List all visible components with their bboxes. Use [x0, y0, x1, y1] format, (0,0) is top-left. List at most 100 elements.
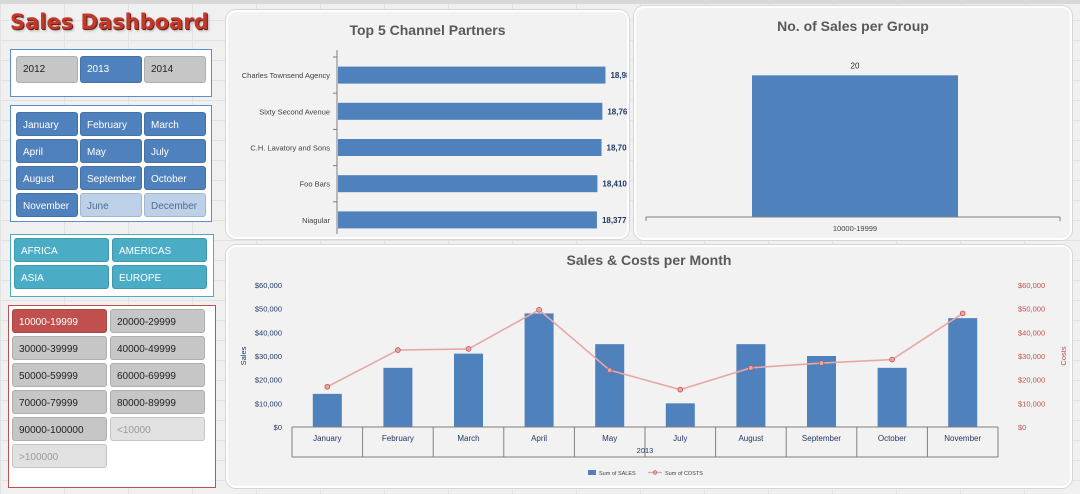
category-label-sixty-second-avenue: Sixty Second Avenue	[259, 107, 330, 116]
sales-bar-august	[736, 344, 766, 427]
x-label-april: April	[531, 434, 547, 443]
bar-c-h-lavatory-and-sons	[338, 139, 602, 156]
category-label-charles-townsend-agency: Charles Townsend Agency	[242, 71, 330, 80]
month-button-july[interactable]: July	[144, 139, 206, 163]
sales-bar-february	[383, 367, 413, 427]
x-label-november: November	[944, 434, 981, 443]
group-button-30000-39999[interactable]: 30000-39999	[12, 336, 107, 360]
data-label-niagular: 18,377	[602, 216, 627, 225]
x-label-january: January	[313, 434, 341, 443]
month-slicer: January February March April May July August Se…	[10, 105, 212, 222]
costs-point-march	[465, 346, 472, 352]
group-button-70000-79999[interactable]: 70000-79999	[12, 390, 107, 414]
y-tick-label: $30,000	[255, 352, 282, 361]
group-button-50000-59999[interactable]: 50000-59999	[12, 363, 107, 387]
group-button-10000[interactable]: <10000	[110, 417, 205, 441]
costs-point-january	[324, 383, 331, 390]
sales-bar-may	[595, 344, 625, 427]
sales-per-group-chart: 20 10000-19999	[645, 61, 1061, 233]
dashboard-title: Sales Dashboard	[10, 10, 209, 34]
group-button-100000[interactable]: >100000	[12, 444, 107, 468]
year-slicer: 2012 2013 2014	[10, 49, 212, 97]
group-button-40000-49999[interactable]: 40000-49999	[110, 336, 205, 360]
data-label-count: 20	[851, 61, 860, 70]
y-tick-label: $60,000	[255, 281, 282, 290]
bar-10000-19999	[752, 75, 958, 217]
data-label-c-h-lavatory-and-sons: 18,703	[607, 144, 627, 153]
sales-bar-july	[665, 403, 695, 427]
year-button-2013[interactable]: 2013	[80, 56, 142, 83]
y-axis-title: Sales	[239, 346, 248, 365]
region-button-europe[interactable]: EUROPE	[112, 265, 207, 289]
sales-bar-march	[454, 353, 483, 427]
bar-sixty-second-avenue	[338, 102, 603, 120]
costs-point-october	[889, 356, 895, 363]
y-tick-label: $40,000	[255, 328, 282, 337]
data-label-charles-townsend-agency: 18,981	[610, 71, 627, 80]
y-tick-label: $10,000	[255, 399, 282, 408]
region-button-africa[interactable]: AFRICA	[14, 238, 109, 262]
sales-costs-panel: Sales & Costs per Month $0 $10,000 $20,000…	[226, 245, 1072, 488]
y2-tick-label: $10,000	[1018, 399, 1045, 408]
region-button-asia[interactable]: ASIA	[14, 265, 109, 289]
month-button-june[interactable]: June	[80, 193, 142, 217]
sales-bar-april	[524, 313, 554, 427]
legend-costs-marker	[652, 470, 658, 475]
region-slicer: AFRICA AMERICAS ASIA EUROPE	[10, 234, 214, 297]
bar-foo-bars	[338, 175, 598, 193]
month-button-march[interactable]: March	[144, 112, 206, 136]
x-label-october: October	[878, 434, 907, 443]
group-button-20000-29999[interactable]: 20000-29999	[110, 309, 205, 333]
y2-axis-title: Costs	[1059, 346, 1068, 365]
top-partners-panel: Top 5 Channel Partners Charles Townsend …	[226, 10, 629, 239]
group-button-60000-69999[interactable]: 60000-69999	[110, 363, 205, 387]
x-label-august: August	[738, 434, 764, 443]
category-label-foo-bars: Foo Bars	[300, 180, 331, 189]
top-partners-chart: Charles Townsend Agency 18,981 Sixty Secon…	[242, 50, 627, 234]
sales-bar-january	[312, 393, 342, 427]
sales-per-group-panel: No. of Sales per Group 20 10000-19999	[634, 6, 1072, 240]
month-button-november[interactable]: November	[16, 193, 78, 217]
y2-tick-label: $60,000	[1018, 281, 1045, 290]
month-button-august[interactable]: August	[16, 166, 78, 190]
costs-line	[326, 308, 964, 391]
bar-charles-townsend-agency	[338, 66, 606, 84]
sales-bar-september	[807, 356, 836, 427]
group-button-80000-89999[interactable]: 80000-89999	[110, 390, 205, 414]
top-border	[0, 0, 1080, 4]
data-label-foo-bars: 18,410	[602, 180, 627, 189]
costs-point-july	[677, 386, 684, 393]
sales-costs-chart: $0 $10,000 $20,000 $30,000 $40,000 $50,000 $60…	[239, 281, 1068, 477]
category-label-niagular: Niagular	[302, 216, 330, 225]
sales-bar-october	[877, 367, 907, 427]
month-button-may[interactable]: May	[80, 139, 142, 163]
legend-sales-label: Sum of SALES	[599, 471, 636, 477]
y2-tick-label: $30,000	[1018, 352, 1045, 361]
x-label-february: February	[382, 434, 414, 443]
y2-tick-label: $40,000	[1018, 328, 1045, 337]
month-button-october[interactable]: October	[144, 166, 206, 190]
group-slicer: 10000-19999 20000-29999 30000-39999 40000-4…	[8, 305, 216, 488]
y-tick-label: $50,000	[255, 305, 282, 314]
month-button-december[interactable]: December	[144, 193, 206, 217]
x-label-july: July	[673, 434, 687, 443]
group-button-90000-100000[interactable]: 90000-100000	[12, 417, 107, 441]
x-label-september: September	[802, 434, 841, 443]
region-button-americas[interactable]: AMERICAS	[112, 238, 207, 262]
costs-point-february	[395, 347, 401, 353]
costs-point-april	[536, 307, 542, 313]
month-button-february[interactable]: February	[80, 112, 142, 136]
month-button-september[interactable]: September	[80, 166, 142, 190]
costs-point-may	[606, 367, 613, 373]
month-button-january[interactable]: January	[16, 112, 78, 136]
group-button-10000-19999[interactable]: 10000-19999	[12, 309, 107, 333]
year-button-2014[interactable]: 2014	[144, 56, 206, 83]
costs-point-august	[748, 365, 754, 371]
costs-point-september	[818, 360, 825, 366]
year-button-2012[interactable]: 2012	[16, 56, 78, 83]
month-button-april[interactable]: April	[16, 139, 78, 163]
category-label-c-h-lavatory-and-sons: C.H. Lavatory and Sons	[250, 144, 330, 153]
y2-tick-label: $0	[1018, 423, 1026, 432]
x-group-label: 2013	[637, 446, 654, 455]
legend-costs-label: Sum of COSTS	[665, 471, 703, 477]
